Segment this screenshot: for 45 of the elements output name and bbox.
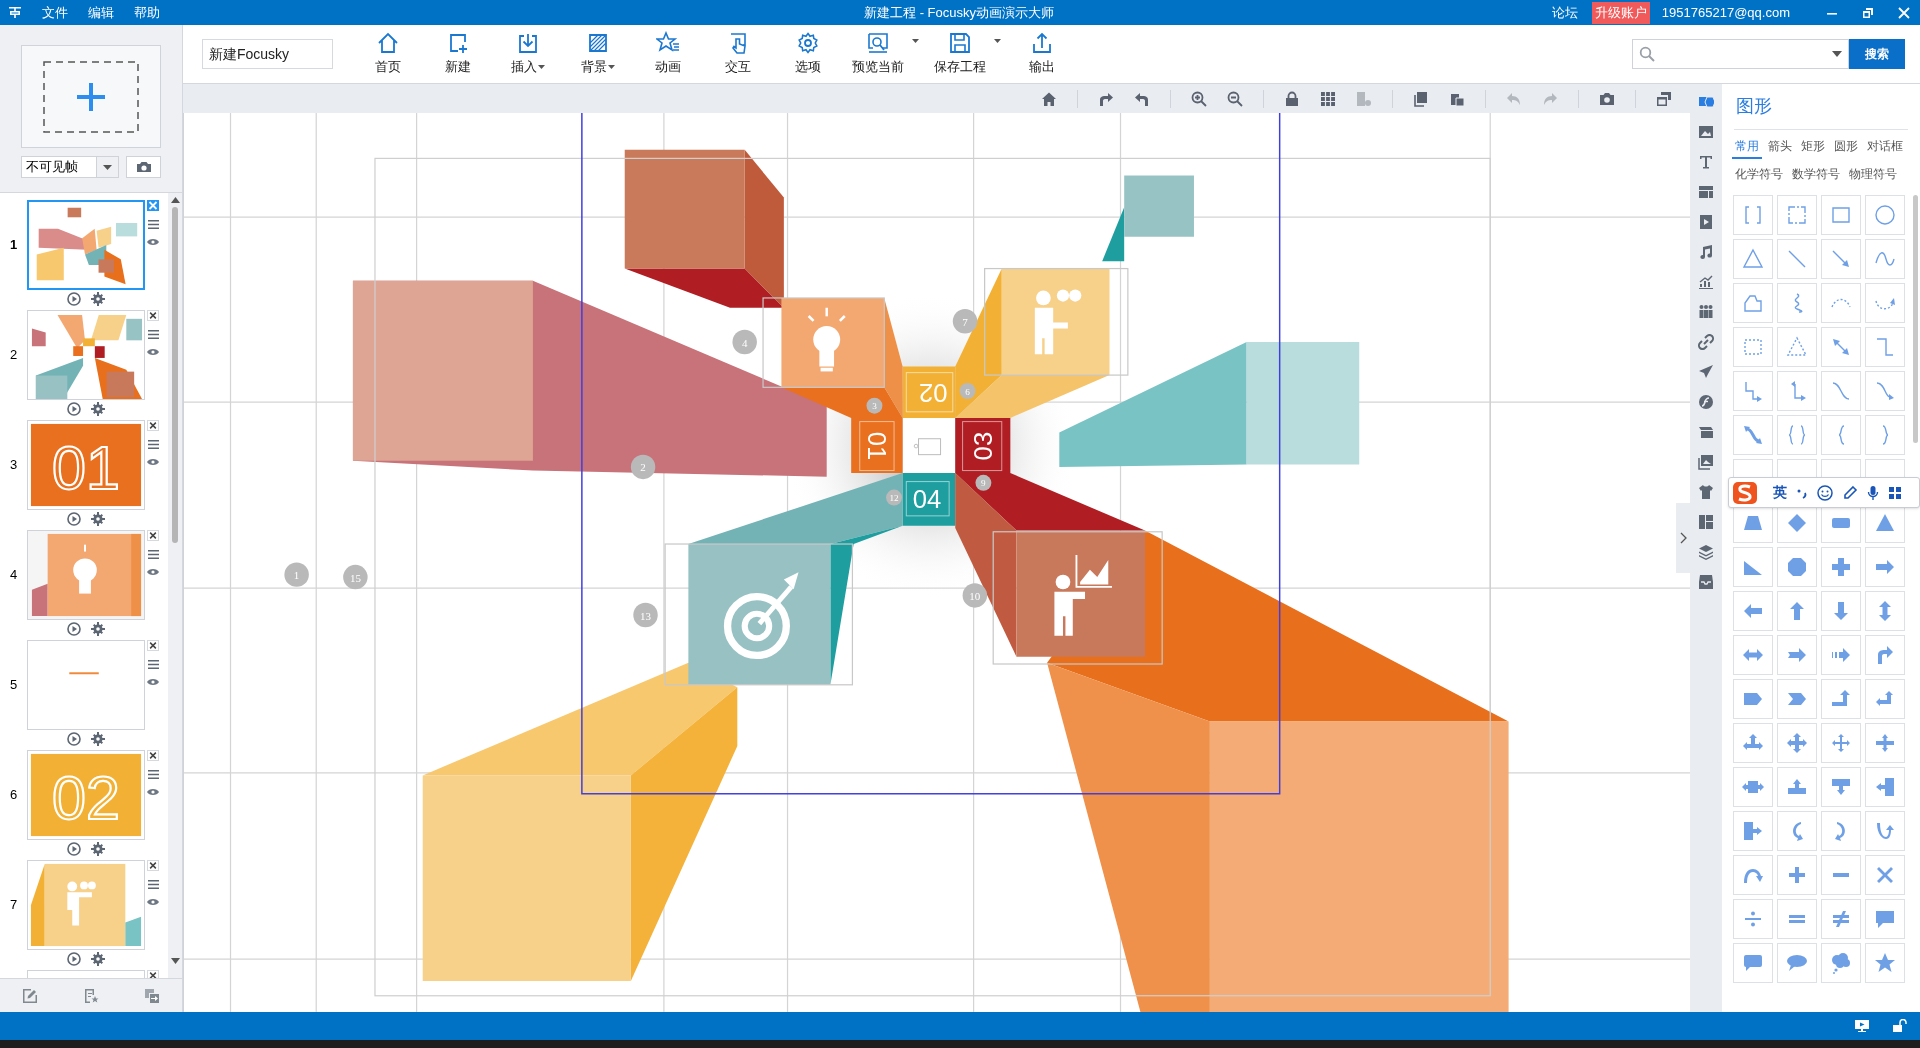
shape-category-tab[interactable]: 物理符号	[1846, 163, 1900, 187]
panel-title: 图形	[1736, 95, 1773, 118]
input-mode-toggle[interactable]: 英	[1773, 482, 1787, 503]
search-button[interactable]: 搜索	[1849, 39, 1905, 69]
section-number: 02	[918, 379, 948, 408]
shape-category-tab[interactable]: 常用	[1732, 135, 1762, 159]
thumbnail-number: 02	[52, 764, 120, 832]
section-number: 04	[912, 484, 942, 513]
shape-category-tab[interactable]: 箭头	[1765, 135, 1795, 159]
toolbar-button[interactable]: 保存工程	[925, 31, 1007, 77]
toolbar-button[interactable]: 插入	[493, 31, 563, 77]
forum-link[interactable]: 论坛	[1551, 2, 1578, 23]
shape-category-tab[interactable]: 数学符号	[1789, 163, 1843, 187]
toolbar-button[interactable]: 交互	[703, 31, 773, 77]
shape-category-tab[interactable]: 矩形	[1798, 135, 1828, 159]
thumbnail-number: 01	[52, 434, 120, 502]
dropdown-value: 不可见帧	[25, 158, 79, 177]
toolbar-button[interactable]: 预览当前	[843, 31, 925, 77]
frame-number: 3	[9, 456, 18, 475]
frame-number: 4	[9, 566, 18, 585]
menu-item[interactable]: 文件	[42, 2, 68, 23]
shape-category-tab[interactable]: 对话框	[1864, 135, 1906, 159]
shape-category-tab[interactable]: 圆形	[1831, 135, 1861, 159]
toolbar-button[interactable]: 选项	[773, 31, 843, 77]
toolbar-button[interactable]: 输出	[1007, 31, 1077, 77]
menu-item[interactable]: 帮助	[134, 2, 160, 23]
frame-visibility-dropdown[interactable]: 不可见帧	[21, 156, 119, 178]
window-title: 新建工程 - Focusky动画演示大师	[864, 3, 1054, 22]
frame-number: 1	[9, 236, 18, 255]
frame-number: 7	[9, 896, 18, 915]
frame-thumbnail[interactable]: 01	[27, 420, 145, 510]
upgrade-account-button[interactable]: 升级账户	[1591, 1, 1650, 24]
frame-number: 5	[9, 676, 18, 695]
shape-category-tab[interactable]: 化学符号	[1732, 163, 1786, 187]
frame-number: 2	[9, 346, 18, 365]
toolbar-button[interactable]: 首页	[353, 31, 423, 77]
section-number: 01	[862, 431, 891, 461]
menu-item[interactable]: 编辑	[88, 2, 114, 23]
account-email[interactable]: 1951765217@qq.com	[1661, 2, 1790, 23]
toolbar-button[interactable]: 动画	[633, 31, 703, 77]
toolbar-button[interactable]: 新建	[423, 31, 493, 77]
project-name-field[interactable]: 新建Focusky	[202, 39, 333, 69]
frame-number: 6	[9, 786, 18, 805]
section-number: 03	[969, 431, 998, 461]
toolbar-button[interactable]: 背景	[563, 31, 633, 77]
